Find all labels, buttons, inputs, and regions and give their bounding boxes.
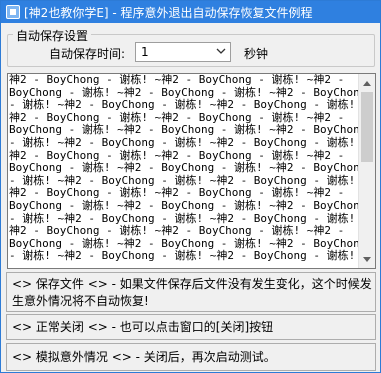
edit-textbox[interactable]: 神2 - BoyChong - 谢栋! ~神2 - BoyChong - 谢栋!… <box>7 73 376 269</box>
arrow-up-icon <box>363 80 371 86</box>
title-bar[interactable]: [神2也教你学E] - 程序意外退出自动保存恢复文件例程 <box>1 1 380 23</box>
autosave-time-value: 1 <box>141 45 149 59</box>
autosave-settings-group: 自动保存设置 自动保存时间: 1 秒钟 <box>7 27 375 67</box>
main-window: [神2也教你学E] - 程序意外退出自动保存恢复文件例程 自动保存设置 自动保存… <box>0 0 381 373</box>
save-file-label: <> 保存文件 <> - 如果文件保存后文件没有发生变化，这个时候发生意外情况将… <box>12 277 372 308</box>
textbox-content[interactable]: 神2 - BoyChong - 谢栋! ~神2 - BoyChong - 谢栋!… <box>8 74 359 268</box>
scroll-down-button[interactable] <box>359 251 375 268</box>
chevron-down-icon <box>216 48 226 54</box>
seconds-unit-label: 秒钟 <box>244 47 269 61</box>
simulate-crash-label: <> 模拟意外情况 <> - 关闭后，再次启动测试。 <box>12 350 276 364</box>
autosave-time-select[interactable]: 1 <box>135 42 231 62</box>
save-file-button[interactable]: <> 保存文件 <> - 如果文件保存后文件没有发生变化，这个时候发生意外情况将… <box>6 272 376 312</box>
app-icon <box>6 5 20 19</box>
vertical-scrollbar[interactable] <box>358 74 375 268</box>
simulate-crash-button[interactable]: <> 模拟意外情况 <> - 关闭后，再次启动测试。 <box>6 343 376 371</box>
window-title: [神2也教你学E] - 程序意外退出自动保存恢复文件例程 <box>24 5 313 20</box>
scroll-up-button[interactable] <box>359 74 375 91</box>
arrow-down-icon <box>363 256 371 262</box>
scroll-thumb[interactable] <box>361 92 373 162</box>
group-legend: 自动保存设置 <box>13 27 92 44</box>
autosave-time-label: 自动保存时间: <box>49 47 126 61</box>
normal-close-button[interactable]: <> 正常关闭 <> - 也可以点击窗口的[关闭]按钮 <box>6 314 376 340</box>
normal-close-label: <> 正常关闭 <> - 也可以点击窗口的[关闭]按钮 <box>12 320 274 334</box>
